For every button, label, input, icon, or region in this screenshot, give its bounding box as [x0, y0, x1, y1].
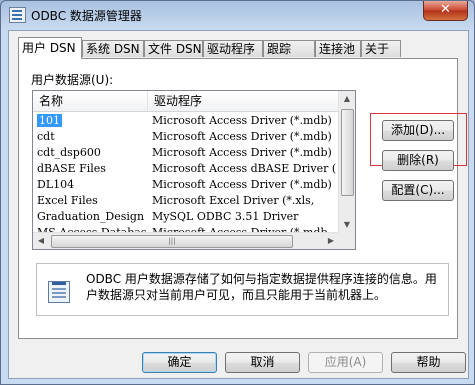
dsn-name: 101: [37, 114, 62, 127]
dsn-driver: Microsoft Access Driver (*.mdb): [152, 178, 332, 191]
column-header-name[interactable]: 名称: [33, 91, 148, 111]
vertical-scroll-thumb[interactable]: [341, 109, 354, 196]
dsn-name: cdt: [37, 130, 55, 143]
dsn-name: DL104: [37, 178, 75, 191]
list-item[interactable]: Graduation_Design MySQL ODBC 3.51 Driver: [33, 209, 343, 225]
data-source-info-icon: [48, 281, 70, 303]
tab-system-dsn[interactable]: 系统 DSN: [82, 40, 144, 57]
horizontal-scrollbar[interactable]: ◀ ||| ▶: [33, 232, 339, 249]
configure-button[interactable]: 配置(C)...: [382, 180, 454, 201]
ok-button[interactable]: 确定: [142, 352, 217, 373]
scroll-right-arrow-icon[interactable]: ▶: [323, 233, 339, 249]
dsn-driver: Microsoft Access dBASE Driver (: [152, 162, 337, 175]
scroll-down-arrow-icon[interactable]: ▼: [339, 217, 355, 233]
dsn-name: dBASE Files: [37, 162, 106, 175]
title-bar[interactable]: ODBC 数据源管理器 ✕: [1, 1, 474, 29]
list-item[interactable]: cdt Microsoft Access Driver (*.mdb): [33, 129, 343, 145]
column-header-driver[interactable]: 驱动程序: [148, 91, 355, 111]
tab-user-dsn[interactable]: 用户 DSN: [18, 37, 82, 59]
list-item[interactable]: cdt_dsp600 Microsoft Access Driver (*.md…: [33, 145, 343, 161]
dsn-driver: Microsoft Excel Driver (*.xls,: [152, 194, 315, 207]
scroll-up-arrow-icon[interactable]: ▲: [339, 91, 355, 107]
horizontal-scroll-thumb[interactable]: |||: [51, 235, 293, 248]
dsn-driver: Microsoft Access Driver (*.mdb): [152, 114, 332, 127]
close-button[interactable]: ✕: [423, 1, 468, 21]
dsn-name: cdt_dsp600: [37, 146, 101, 159]
odbc-window: ODBC 数据源管理器 ✕ 用户 DSN 系统 DSN 文件 DSN 驱动程序 …: [0, 0, 475, 385]
apply-button[interactable]: 应用(A): [308, 352, 383, 373]
tab-connection-pool[interactable]: 连接池: [315, 40, 361, 57]
help-button[interactable]: 帮助: [391, 352, 466, 373]
user-dsn-list[interactable]: 名称 驱动程序 101 Microsoft Access Driver (*.m…: [32, 90, 356, 250]
user-dsn-panel: 用户数据源(U): 名称 驱动程序 101 Microsoft Access D…: [18, 58, 467, 339]
close-icon: ✕: [440, 2, 451, 17]
cancel-button[interactable]: 取消: [225, 352, 300, 373]
list-header: 名称 驱动程序: [33, 91, 355, 112]
tab-drivers[interactable]: 驱动程序: [203, 40, 263, 57]
window-title: ODBC 数据源管理器: [31, 9, 142, 23]
tab-tracing[interactable]: 跟踪: [263, 40, 315, 57]
list-item[interactable]: 101 Microsoft Access Driver (*.mdb): [33, 113, 343, 129]
tab-file-dsn[interactable]: 文件 DSN: [144, 40, 203, 57]
vertical-scrollbar[interactable]: ▲ ▼: [338, 91, 355, 233]
dsn-driver: MySQL ODBC 3.51 Driver: [152, 210, 299, 223]
odbc-app-icon: [9, 7, 26, 23]
list-item[interactable]: dBASE Files Microsoft Access dBASE Drive…: [33, 161, 343, 177]
dsn-name: Excel Files: [37, 194, 98, 207]
info-box: ODBC 用户数据源存储了如何与指定数据提供程序连接的信息。用户数据源只对当前用…: [36, 263, 449, 316]
dsn-driver: Microsoft Access Driver (*.mdb): [152, 130, 332, 143]
list-item[interactable]: Excel Files Microsoft Excel Driver (*.xl…: [33, 193, 343, 209]
user-data-sources-label: 用户数据源(U):: [31, 73, 114, 87]
dialog-client-area: 用户 DSN 系统 DSN 文件 DSN 驱动程序 跟踪 连接池 关于 用户数据…: [8, 30, 469, 379]
list-item[interactable]: DL104 Microsoft Access Driver (*.mdb): [33, 177, 343, 193]
list-rows: 101 Microsoft Access Driver (*.mdb) cdt …: [33, 113, 343, 241]
scroll-left-arrow-icon[interactable]: ◀: [33, 233, 49, 249]
dsn-name: Graduation_Design: [37, 210, 145, 223]
scrollbar-corner: [338, 232, 355, 249]
remove-button[interactable]: 删除(R): [382, 150, 454, 171]
dsn-driver: Microsoft Access Driver (*.mdb): [152, 146, 332, 159]
tab-about[interactable]: 关于: [361, 40, 401, 57]
info-text: ODBC 用户数据源存储了如何与指定数据提供程序连接的信息。用户数据源只对当前用…: [86, 272, 437, 302]
